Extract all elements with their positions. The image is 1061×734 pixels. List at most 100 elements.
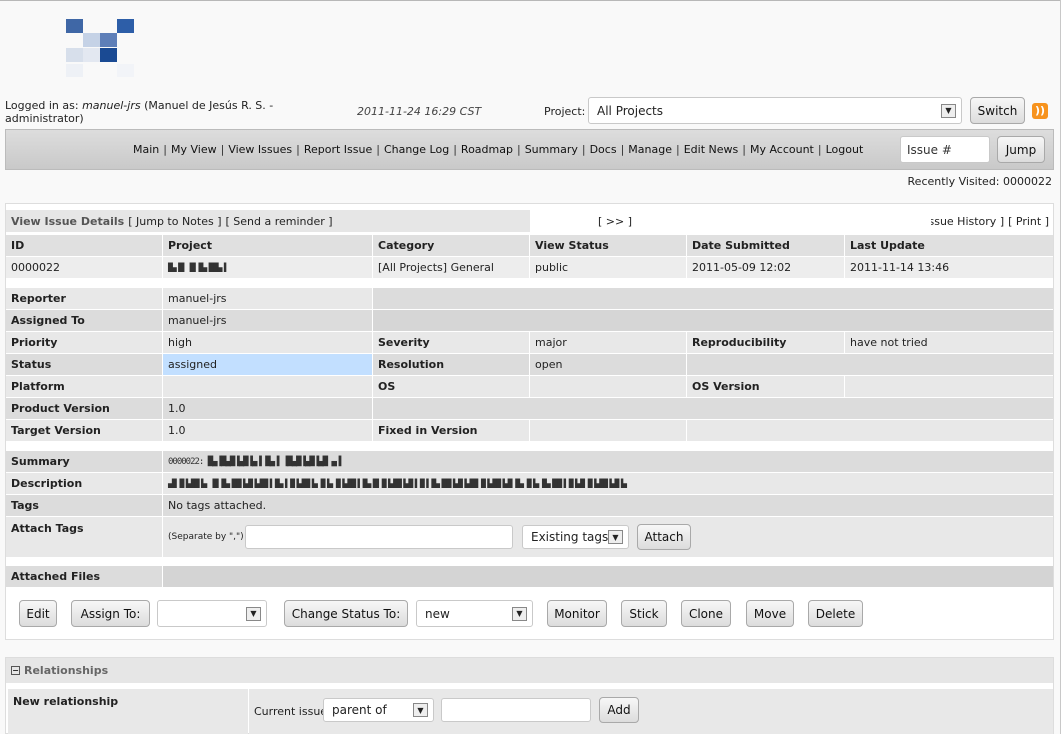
logo bbox=[66, 19, 136, 79]
menu-separator: | bbox=[376, 143, 380, 156]
menu-item-main[interactable]: Main bbox=[133, 143, 159, 156]
assigned-filler bbox=[373, 310, 1053, 331]
label-target-version: Target Version bbox=[6, 420, 162, 441]
value-status: assigned bbox=[163, 354, 372, 375]
menu-separator: | bbox=[817, 143, 822, 156]
product-version-filler bbox=[373, 398, 1053, 419]
label-reproducibility: Reproducibility bbox=[687, 332, 844, 353]
menu-item-edit-news[interactable]: Edit News bbox=[684, 143, 739, 156]
attach-tags-button[interactable]: Attach bbox=[637, 524, 691, 550]
delete-button[interactable]: Delete bbox=[808, 600, 863, 627]
value-os bbox=[530, 376, 686, 397]
menu-separator: | bbox=[163, 143, 167, 156]
label-attached-files: Attached Files bbox=[6, 566, 162, 587]
login-info: Logged in as: manuel-jrs (Manuel de Jesú… bbox=[5, 99, 275, 125]
status-select[interactable]: new ▼ bbox=[416, 600, 533, 627]
value-attached-files bbox=[163, 566, 1053, 587]
menu-separator: | bbox=[581, 143, 586, 156]
chevron-down-icon: ▼ bbox=[941, 103, 956, 118]
label-os: OS bbox=[373, 376, 529, 397]
monitor-button[interactable]: Monitor bbox=[547, 600, 607, 627]
existing-tags-select[interactable]: Existing tags ▼ bbox=[522, 525, 629, 549]
header-category: Category bbox=[373, 235, 529, 256]
label-description: Description bbox=[6, 473, 162, 494]
label-new-relationship: New relationship bbox=[8, 689, 248, 734]
label-fixed-in-version: Fixed in Version bbox=[373, 420, 529, 441]
fixed-in-filler bbox=[687, 420, 1053, 441]
issue-project: █▄▐█ ▐█ █▄▐██▄▐ bbox=[163, 257, 372, 278]
issue-title-bar: View Issue Details [ Jump to Notes ] [ S… bbox=[6, 210, 530, 232]
issue-history-link[interactable]: [ Issue History ] bbox=[931, 215, 1004, 228]
login-user-link[interactable]: manuel-jrs bbox=[82, 99, 141, 112]
menu-item-change-log[interactable]: Change Log bbox=[384, 143, 449, 156]
menu-item-my-view[interactable]: My View bbox=[171, 143, 217, 156]
value-severity: major bbox=[530, 332, 686, 353]
move-button[interactable]: Move bbox=[746, 600, 794, 627]
value-os-version bbox=[845, 376, 1053, 397]
top-border bbox=[0, 0, 1061, 1]
project-select[interactable]: All Projects ▼ bbox=[588, 97, 962, 124]
project-label: Project: bbox=[544, 105, 586, 118]
menu-item-manage[interactable]: Manage bbox=[628, 143, 672, 156]
change-status-button[interactable]: Change Status To: bbox=[284, 600, 408, 627]
menu-separator: | bbox=[296, 143, 300, 156]
relationships-title: Relationships bbox=[24, 664, 109, 677]
header-date-submitted: Date Submitted bbox=[687, 235, 844, 256]
menu-separator: | bbox=[620, 143, 625, 156]
collapse-icon[interactable]: − bbox=[11, 666, 20, 675]
clone-button[interactable]: Clone bbox=[681, 600, 731, 627]
edit-button[interactable]: Edit bbox=[19, 600, 57, 627]
header-id: ID bbox=[6, 235, 162, 256]
header-view-status: View Status bbox=[530, 235, 686, 256]
issue-last-update: 2011-11-14 13:46 bbox=[845, 257, 1053, 278]
menu-separator: | bbox=[220, 143, 225, 156]
resolution-filler bbox=[687, 354, 1053, 375]
menu-item-summary[interactable]: Summary bbox=[525, 143, 578, 156]
add-relationship-button[interactable]: Add bbox=[599, 697, 639, 723]
current-issue-label: Current issue bbox=[254, 705, 328, 718]
stick-button[interactable]: Stick bbox=[621, 600, 667, 627]
assign-to-select[interactable]: ▼ bbox=[157, 600, 267, 627]
menu-item-logout[interactable]: Logout bbox=[826, 143, 864, 156]
menu-item-report-issue[interactable]: Report Issue bbox=[304, 143, 372, 156]
menu-separator: | bbox=[516, 143, 521, 156]
print-link[interactable]: [ Print ] bbox=[1008, 215, 1049, 228]
menu-item-my-account[interactable]: My Account bbox=[750, 143, 814, 156]
jump-button[interactable]: Jump bbox=[997, 136, 1045, 163]
relationship-type-value: parent of bbox=[332, 703, 387, 717]
value-resolution: open bbox=[530, 354, 686, 375]
switch-button[interactable]: Switch bbox=[970, 97, 1025, 124]
issue-links: [ Issue History ] [ Print ] bbox=[931, 210, 1051, 232]
chevron-down-icon: ▼ bbox=[246, 606, 261, 621]
relationships-header[interactable]: − Relationships bbox=[6, 658, 1053, 683]
menu-item-view-issues[interactable]: View Issues bbox=[228, 143, 292, 156]
label-reporter: Reporter bbox=[6, 288, 162, 309]
label-status: Status bbox=[6, 354, 162, 375]
label-product-version: Product Version bbox=[6, 398, 162, 419]
issue-number-input[interactable]: Issue # bbox=[900, 136, 990, 163]
menu-item-docs[interactable]: Docs bbox=[590, 143, 617, 156]
main-menu: Main | My View | View Issues | Report Issue | Ch… bbox=[5, 129, 1054, 170]
rss-icon[interactable]: )) bbox=[1032, 103, 1048, 119]
label-summary: Summary bbox=[6, 451, 162, 472]
jump-to-notes-link[interactable]: [ Jump to Notes ] bbox=[128, 215, 221, 228]
value-target-version: 1.0 bbox=[163, 420, 372, 441]
relationship-type-select[interactable]: parent of ▼ bbox=[323, 698, 434, 722]
related-issue-input[interactable] bbox=[441, 698, 591, 722]
assign-to-button[interactable]: Assign To: bbox=[71, 600, 150, 627]
value-assigned-to: manuel-jrs bbox=[163, 310, 372, 331]
chevron-down-icon: ▼ bbox=[413, 703, 428, 717]
menu-separator: | bbox=[675, 143, 680, 156]
send-reminder-link[interactable]: [ Send a reminder ] bbox=[226, 215, 333, 228]
menu-links: Main | My View | View Issues | Report Issue | Ch… bbox=[133, 143, 863, 156]
issue-date-submitted: 2011-05-09 12:02 bbox=[687, 257, 844, 278]
value-fixed-in-version bbox=[530, 420, 686, 441]
label-resolution: Resolution bbox=[373, 354, 529, 375]
label-os-version: OS Version bbox=[687, 376, 844, 397]
header-last-update: Last Update bbox=[845, 235, 1053, 256]
recently-visited[interactable]: Recently Visited: 0000022 bbox=[908, 175, 1052, 188]
next-issue-link[interactable]: [ >> ] bbox=[593, 210, 653, 232]
header-project: Project bbox=[163, 235, 372, 256]
tag-input[interactable] bbox=[245, 525, 513, 549]
menu-item-roadmap[interactable]: Roadmap bbox=[461, 143, 513, 156]
